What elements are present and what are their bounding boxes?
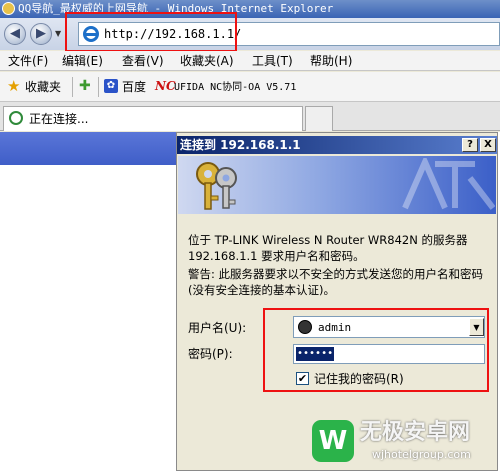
menu-file[interactable]: 文件(F) — [8, 53, 48, 69]
back-button[interactable]: ◀ — [4, 23, 26, 45]
page-content-area — [0, 132, 176, 471]
favorite-link-baidu[interactable]: 百度 — [122, 80, 146, 94]
favorites-star-icon[interactable]: ★ — [7, 77, 20, 95]
dialog-help-button[interactable]: ? — [462, 138, 478, 152]
watermark-logo-icon: W — [312, 420, 354, 462]
history-dropdown-icon[interactable]: ▼ — [55, 29, 61, 38]
menu-view[interactable]: 查看(V) — [122, 53, 164, 69]
dialog-close-button[interactable]: X — [480, 138, 496, 152]
add-favorite-icon[interactable]: ✚ — [79, 78, 91, 94]
loading-icon — [9, 111, 23, 125]
address-highlight-box — [65, 12, 237, 52]
keys-icon — [196, 162, 237, 210]
dialog-title: 连接到 192.168.1.1 — [180, 138, 301, 152]
menu-help[interactable]: 帮助(H) — [310, 53, 352, 69]
qq-favicon-icon — [2, 2, 15, 15]
tab-label: 正在连接... — [29, 112, 89, 126]
menu-edit[interactable]: 编辑(E) — [62, 53, 103, 69]
favorite-link-ufida[interactable]: UFIDA NC协同-OA V5.71 — [174, 81, 296, 95]
watermark-name: 无极安卓网 — [360, 420, 471, 445]
credentials-highlight-box — [263, 308, 489, 392]
ufida-nc-logo-icon[interactable]: NC — [155, 79, 176, 93]
page-header-band — [0, 132, 176, 165]
banner-pattern-icon — [402, 158, 495, 210]
server-message: 位于 TP-LINK Wireless N Router WR842N 的服务器… — [188, 233, 468, 263]
baidu-paw-icon[interactable]: ✿ — [104, 79, 118, 93]
new-tab-button[interactable] — [305, 106, 333, 131]
password-label: 密码(P): — [188, 347, 233, 361]
menu-tools[interactable]: 工具(T) — [252, 53, 293, 69]
favorites-separator — [72, 77, 73, 97]
menu-favorites[interactable]: 收藏夹(A) — [180, 53, 234, 69]
security-warning: 警告: 此服务器要求以不安全的方式发送您的用户名和密码(没有安全连接的基本认证)… — [188, 267, 484, 297]
forward-button[interactable]: ▶ — [30, 23, 52, 45]
username-label: 用户名(U): — [188, 321, 247, 335]
favorites-separator — [98, 77, 99, 97]
favorites-button[interactable]: 收藏夹 — [25, 80, 61, 94]
watermark-url: wjhotelgroup.com — [372, 448, 471, 461]
